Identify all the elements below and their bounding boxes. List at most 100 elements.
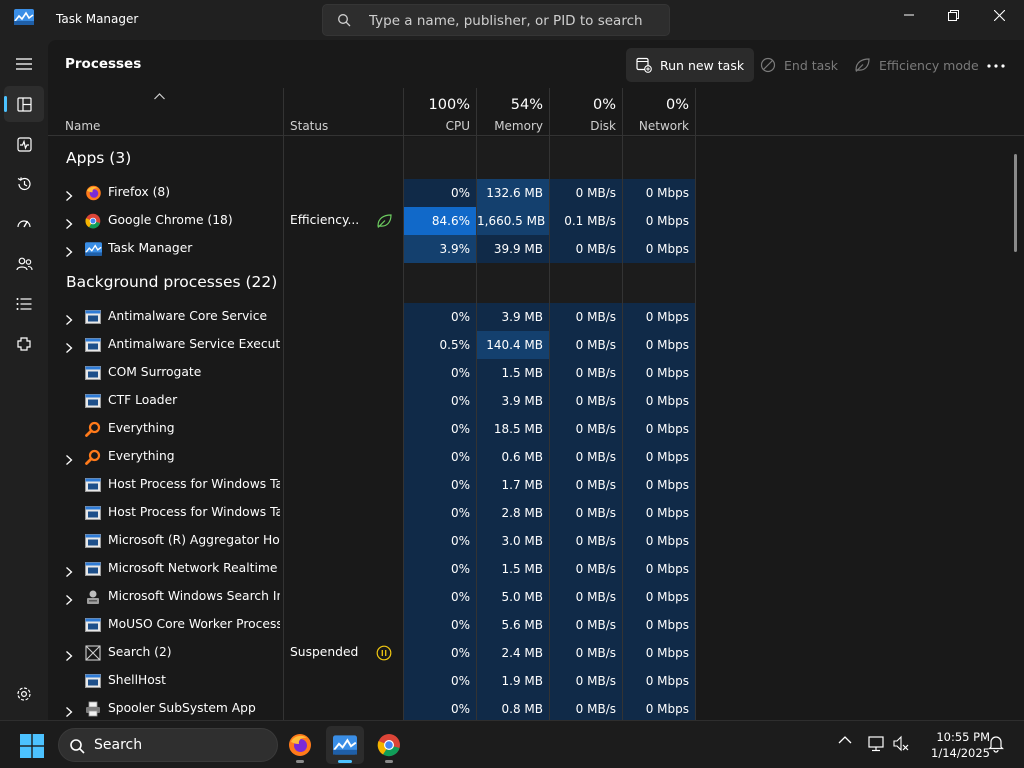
notifications-bell-icon[interactable] [988, 735, 1004, 753]
disk-cell: 0.1 MB/s [550, 207, 622, 235]
memory-cell: 1.5 MB [477, 555, 549, 583]
app-window-icon [85, 673, 102, 689]
process-status: Suspended [290, 645, 359, 659]
expand-chevron-icon[interactable] [65, 243, 75, 257]
expand-chevron-icon[interactable] [65, 311, 75, 325]
network-cell: 0 Mbps [623, 303, 695, 331]
end-task-button[interactable]: End task [750, 48, 848, 82]
run-new-task-label: Run new task [660, 57, 745, 73]
taskbar-task-manager[interactable] [326, 726, 364, 764]
process-name: Everything [108, 449, 175, 463]
expand-chevron-icon[interactable] [65, 187, 75, 201]
memory-cell: 2.4 MB [477, 639, 549, 667]
process-search-box[interactable] [322, 4, 670, 36]
network-display-icon[interactable] [868, 735, 886, 753]
column-header-status[interactable]: Status [273, 88, 403, 136]
process-row[interactable]: Firefox (8) 0% 132.6 MB 0 MB/s 0 Mbps [48, 179, 1024, 207]
vertical-scrollbar[interactable] [1014, 154, 1017, 252]
process-name: MoUSO Core Worker Process [108, 617, 280, 631]
memory-cell: 2.8 MB [477, 499, 549, 527]
process-row[interactable]: CTF Loader 0% 3.9 MB 0 MB/s 0 Mbps [48, 387, 1024, 415]
expand-chevron-icon[interactable] [65, 563, 75, 577]
disk-cell: 0 MB/s [550, 667, 622, 695]
taskbar-firefox[interactable] [281, 726, 319, 764]
nav-performance[interactable] [4, 126, 44, 162]
column-header-disk[interactable]: 0% Disk [550, 88, 622, 136]
process-row[interactable]: MoUSO Core Worker Process 0% 5.6 MB 0 MB/s 0… [48, 611, 1024, 639]
process-row[interactable]: Host Process for Windows Tasks0%1.7 MB0 … [48, 471, 1024, 499]
network-cell: 0 Mbps [623, 179, 695, 207]
search-app-icon [85, 645, 102, 661]
disk-header-label: Disk [590, 119, 616, 133]
show-hidden-icons-chevron-icon[interactable] [838, 735, 852, 745]
expand-chevron-icon[interactable] [65, 591, 75, 605]
minimize-button[interactable] [886, 0, 932, 30]
nav-services[interactable] [4, 326, 44, 362]
services-icon [17, 337, 31, 351]
cpu-cell: 0% [404, 527, 476, 555]
process-row[interactable]: Everything 0% 18.5 MB 0 MB/s 0 Mbps [48, 415, 1024, 443]
efficiency-mode-button[interactable]: Efficiency mode [844, 48, 989, 82]
nav-users[interactable] [4, 246, 44, 282]
network-cell: 0 Mbps [623, 639, 695, 667]
process-row[interactable]: Spooler SubSystem App 0% 0.8 MB 0 MB/s 0 Mbp… [48, 695, 1024, 720]
memory-cell: 0.6 MB [477, 443, 549, 471]
process-row[interactable]: Microsoft Network Realtime I... 0% 1.5 MB 0… [48, 555, 1024, 583]
taskbar-search-icon [70, 739, 85, 754]
page-title: Processes [65, 56, 142, 72]
more-options-button[interactable] [981, 56, 1011, 76]
run-new-task-button[interactable]: Run new task [626, 48, 755, 82]
nav-app-history[interactable] [4, 166, 44, 202]
status-header-label: Status [290, 119, 329, 133]
disk-cell: 0 MB/s [550, 471, 622, 499]
expand-chevron-icon[interactable] [65, 451, 75, 465]
group-spacer-cell [477, 137, 549, 179]
minimize-icon [904, 14, 914, 16]
name-header-label: Name [65, 119, 101, 133]
process-row[interactable]: Microsoft (R) Aggregator Host 0% 3.0 MB 0 M… [48, 527, 1024, 555]
column-header-name[interactable]: Name [48, 88, 283, 136]
cpu-cell: 0% [404, 303, 476, 331]
more-ellipsis-icon [987, 64, 1005, 68]
taskbar-clock[interactable]: 10:55 PM 1/14/2025 [918, 729, 990, 761]
expand-chevron-icon[interactable] [65, 703, 75, 717]
nav-processes[interactable] [4, 86, 44, 122]
group-spacer-cell [550, 137, 622, 179]
disk-cell: 0 MB/s [550, 303, 622, 331]
process-row[interactable]: Host Process for Windows Tasks0%2.8 MB0 … [48, 499, 1024, 527]
process-row[interactable]: Search (2) Suspended 0% 2.4 MB 0 MB/s 0 Mbps [48, 639, 1024, 667]
taskbar-search-label: Search [94, 737, 143, 753]
nav-details[interactable] [4, 286, 44, 322]
column-header-network[interactable]: 0% Network [623, 88, 695, 136]
process-row[interactable]: ShellHost 0% 1.9 MB 0 MB/s 0 Mbps [48, 667, 1024, 695]
taskbar-chrome[interactable] [370, 726, 408, 764]
process-name: Microsoft (R) Aggregator Host [108, 533, 280, 547]
process-row[interactable]: Task Manager 3.9% 39.9 MB 0 MB/s 0 Mbps [48, 235, 1024, 263]
group-apps-label: Apps (3) [66, 149, 132, 167]
windows-start-icon[interactable] [20, 734, 44, 758]
nav-menu-toggle[interactable] [4, 46, 44, 82]
column-header-cpu[interactable]: 100% CPU [404, 88, 476, 136]
expand-chevron-icon[interactable] [65, 647, 75, 661]
process-row[interactable]: Antimalware Core Service 0% 3.9 MB 0 MB/s 0 … [48, 303, 1024, 331]
maximize-button[interactable] [930, 0, 976, 30]
process-row[interactable]: Google Chrome (18) Efficiency... 84.6% 1,66… [48, 207, 1024, 235]
nav-settings[interactable] [4, 676, 44, 712]
volume-muted-icon[interactable] [893, 735, 909, 753]
expand-chevron-icon[interactable] [65, 339, 75, 353]
process-row[interactable]: Microsoft Windows Search In... 0% 5.0 MB 0 … [48, 583, 1024, 611]
expand-chevron-icon[interactable] [65, 215, 75, 229]
app-window-icon [85, 561, 102, 577]
memory-cell: 1.9 MB [477, 667, 549, 695]
process-search-input[interactable] [369, 11, 659, 31]
column-divider [403, 88, 404, 720]
process-row[interactable]: COM Surrogate 0% 1.5 MB 0 MB/s 0 Mbps [48, 359, 1024, 387]
process-row[interactable]: Antimalware Service Executable 0.5%140.4 … [48, 331, 1024, 359]
process-row[interactable]: Everything 0% 0.6 MB 0 MB/s 0 Mbps [48, 443, 1024, 471]
taskbar-search-box[interactable]: Search [58, 728, 278, 762]
network-cell: 0 Mbps [623, 359, 695, 387]
close-button[interactable] [976, 0, 1022, 30]
column-header-memory[interactable]: 54% Memory [477, 88, 549, 136]
nav-startup-apps[interactable] [4, 206, 44, 242]
active-indicator [338, 760, 352, 763]
